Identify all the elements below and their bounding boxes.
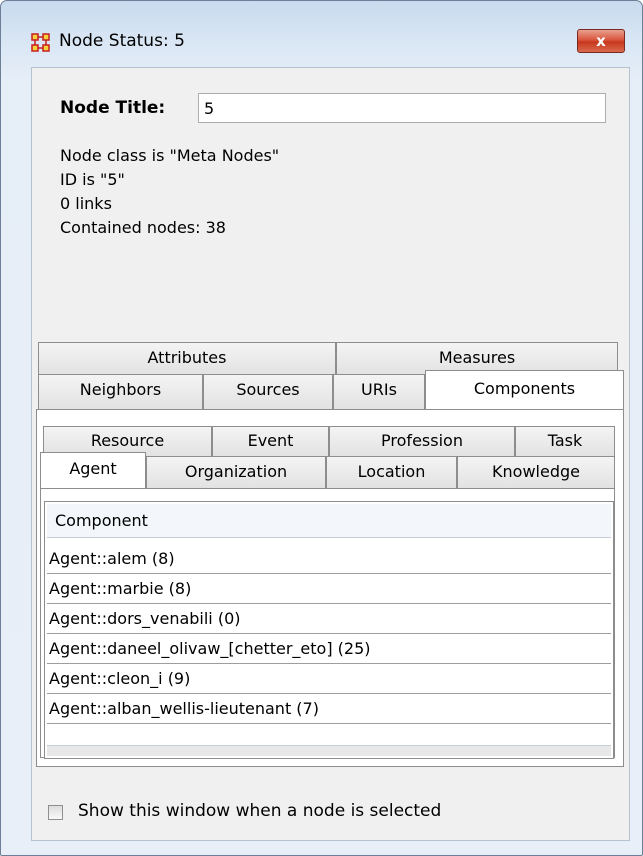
link-count-text: 0 links xyxy=(60,194,112,213)
tab-organization[interactable]: Organization xyxy=(146,456,326,488)
tab-sources[interactable]: Sources xyxy=(203,374,333,409)
tab-components[interactable]: Components xyxy=(425,370,624,412)
table-row[interactable]: Agent::cleon_i (9) xyxy=(47,664,611,694)
tab-uris[interactable]: URIs xyxy=(333,374,425,409)
tab-neighbors[interactable]: Neighbors xyxy=(38,374,203,409)
node-title-input[interactable] xyxy=(198,93,606,123)
show-window-checkbox-label[interactable]: Show this window when a node is selected xyxy=(78,801,441,821)
tab-attributes[interactable]: Attributes xyxy=(38,342,336,374)
tab-event[interactable]: Event xyxy=(212,426,329,456)
node-id-text: ID is "5" xyxy=(60,170,125,189)
table-row[interactable]: Agent::daneel_olivaw_[chetter_eto] (25) xyxy=(47,634,611,664)
title-bar[interactable]: Node Status: 5 x xyxy=(1,1,642,71)
close-icon: x xyxy=(596,32,606,50)
horizontal-scrollbar[interactable] xyxy=(47,745,611,756)
client-area: Node Title: Node class is "Meta Nodes" I… xyxy=(31,67,630,841)
network-app-icon xyxy=(31,33,50,52)
table-row[interactable]: Agent::dors_venabili (0) xyxy=(47,604,611,634)
show-window-checkbox[interactable] xyxy=(48,805,63,820)
tab-location[interactable]: Location xyxy=(326,456,457,488)
tab-task[interactable]: Task xyxy=(515,426,615,456)
node-status-window: Node Status: 5 x Node Title: Node class … xyxy=(0,0,643,856)
close-button[interactable]: x xyxy=(577,29,625,53)
node-title-label: Node Title: xyxy=(60,98,166,118)
node-class-text: Node class is "Meta Nodes" xyxy=(60,146,280,165)
column-header-component[interactable]: Component xyxy=(47,504,611,538)
table-row[interactable]: Agent::alban_wellis-lieutenant (7) xyxy=(47,694,611,724)
tab-profession[interactable]: Profession xyxy=(329,426,515,456)
tab-knowledge[interactable]: Knowledge xyxy=(457,456,615,488)
table-row[interactable]: Agent::marbie (8) xyxy=(47,574,611,604)
table-row[interactable]: Agent::alem (8) xyxy=(47,544,611,574)
contained-nodes-text: Contained nodes: 38 xyxy=(60,218,226,237)
window-title: Node Status: 5 xyxy=(59,31,185,51)
components-table[interactable]: Component Agent::alem (8) Agent::marbie … xyxy=(44,501,614,759)
tab-agent[interactable]: Agent xyxy=(40,452,146,490)
